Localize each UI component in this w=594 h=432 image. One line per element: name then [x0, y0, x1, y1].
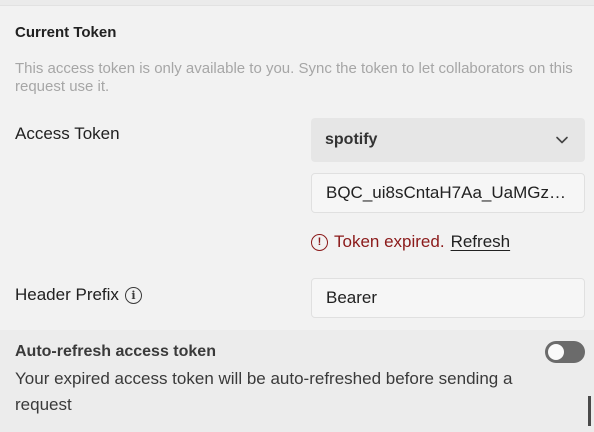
scrollbar-thumb[interactable] [588, 396, 591, 426]
auto-refresh-toggle[interactable] [545, 341, 585, 363]
token-select-value: spotify [325, 131, 378, 148]
auto-refresh-section: Auto-refresh access token Your expired a… [0, 330, 594, 432]
section-description: This access token is only available to y… [15, 60, 573, 95]
token-select[interactable]: spotify [311, 118, 585, 162]
header-prefix-label-row: Header Prefix i [15, 285, 142, 305]
section-title: Current Token [15, 24, 117, 41]
token-status: ! Token expired. Refresh [311, 232, 510, 252]
warning-circle-icon: ! [311, 233, 328, 251]
auto-refresh-description: Your expired access token will be auto-r… [15, 369, 513, 414]
token-expired-text: Token expired. [334, 232, 445, 251]
info-icon[interactable]: i [124, 286, 142, 304]
access-token-value: BQC_ui8sCntaH7Aa_UaMGzF... [326, 183, 570, 202]
refresh-link[interactable]: Refresh [451, 232, 511, 252]
header-prefix-value: Bearer [326, 288, 378, 307]
access-token-field[interactable]: BQC_ui8sCntaH7Aa_UaMGzF... [311, 173, 585, 213]
header-prefix-label: Header Prefix [15, 285, 119, 304]
auto-refresh-title: Auto-refresh access token [15, 343, 216, 360]
toggle-knob [548, 344, 564, 360]
top-divider [0, 0, 594, 6]
header-prefix-field[interactable]: Bearer [311, 278, 585, 318]
access-token-label: Access Token [15, 124, 120, 143]
chevron-down-icon [556, 136, 568, 144]
